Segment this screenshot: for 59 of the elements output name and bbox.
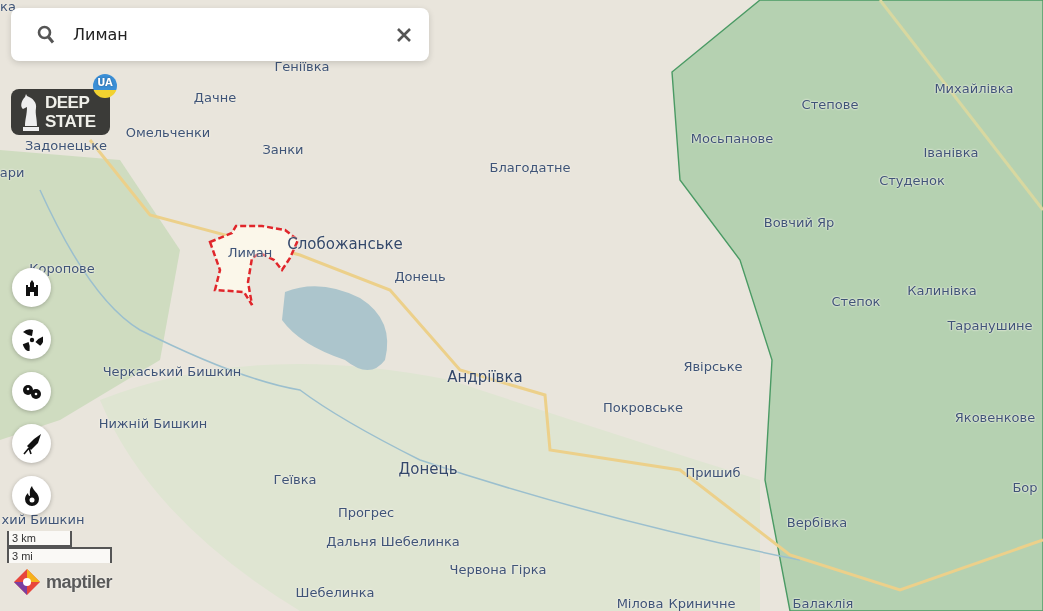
place-label: Занки bbox=[262, 141, 304, 157]
chess-knight-icon bbox=[19, 93, 41, 131]
place-label: Андріївка bbox=[447, 368, 523, 386]
diamond-logo-icon bbox=[12, 567, 42, 597]
clear-button[interactable] bbox=[397, 27, 411, 42]
layer-button[interactable] bbox=[12, 424, 51, 463]
place-label: Геївка bbox=[273, 471, 317, 487]
place-label: Вовчий Яр bbox=[763, 214, 835, 230]
place-label: Балаклія bbox=[792, 595, 854, 611]
place-label: Прогрес bbox=[337, 504, 395, 520]
place-label: Червона Гірка bbox=[449, 561, 547, 577]
place-label: Донець bbox=[398, 460, 458, 478]
radiation-icon bbox=[20, 328, 43, 351]
place-label: Студенок bbox=[879, 172, 945, 188]
castle-icon bbox=[24, 279, 39, 296]
attribution-text: maptiler bbox=[46, 571, 113, 593]
place-label: Задонецьке bbox=[24, 137, 108, 153]
search-field[interactable]: Лиман bbox=[71, 24, 381, 45]
place-label: Благодатне bbox=[489, 159, 571, 175]
place-label: Дальня Шебелинка bbox=[326, 533, 460, 549]
fire-icon bbox=[23, 485, 40, 506]
logo[interactable]: DEEP STATE bbox=[11, 89, 110, 135]
place-label: Дачне bbox=[193, 89, 237, 105]
search-icon bbox=[37, 24, 55, 45]
place-label: Мілова bbox=[616, 595, 664, 611]
place-label: Явірське bbox=[683, 358, 743, 374]
ua-badge: UA bbox=[93, 74, 117, 98]
place-label: Слобожанське bbox=[287, 235, 403, 253]
place-label: Пришиб bbox=[685, 464, 741, 480]
place-label: Калинівка bbox=[907, 282, 977, 298]
place-label: Покровське bbox=[602, 399, 684, 415]
scale-bar: 3 km bbox=[7, 531, 72, 547]
place-label: Бор bbox=[1012, 479, 1038, 495]
place-label: Шебелинка bbox=[295, 584, 375, 600]
place-label: Вербівка bbox=[786, 514, 848, 530]
place-label: Черкаський Бишкин bbox=[102, 363, 242, 379]
place-label: Мосьпанове bbox=[690, 130, 774, 146]
place-label: Лиман bbox=[227, 244, 273, 260]
logo-text: STATE bbox=[45, 112, 96, 131]
place-label: Степове bbox=[801, 96, 859, 112]
place-label: хий Бишкин bbox=[1, 511, 85, 527]
germs-icon bbox=[20, 382, 43, 401]
scale-bar: 3 mi bbox=[7, 547, 112, 563]
place-label: ари bbox=[0, 164, 25, 180]
layer-button[interactable] bbox=[12, 476, 51, 515]
place-label: Омельченки bbox=[125, 124, 211, 140]
place-label: Криничне bbox=[668, 595, 736, 611]
attribution-logo[interactable]: maptiler bbox=[12, 567, 113, 597]
rocket-launcher-icon bbox=[20, 432, 43, 455]
place-label: Геніївка bbox=[274, 58, 330, 74]
place-label: Іванівка bbox=[923, 144, 979, 160]
place-label: Михайлівка bbox=[934, 80, 1014, 96]
logo-text: DEEP bbox=[45, 93, 91, 112]
close-icon bbox=[397, 27, 411, 42]
place-label: Донець bbox=[394, 268, 446, 284]
place-label: Таранушине bbox=[947, 317, 1033, 333]
place-label: Нижній Бишкин bbox=[98, 415, 208, 431]
place-label: Яковенкове bbox=[954, 409, 1036, 425]
place-label: Степок bbox=[831, 293, 881, 309]
